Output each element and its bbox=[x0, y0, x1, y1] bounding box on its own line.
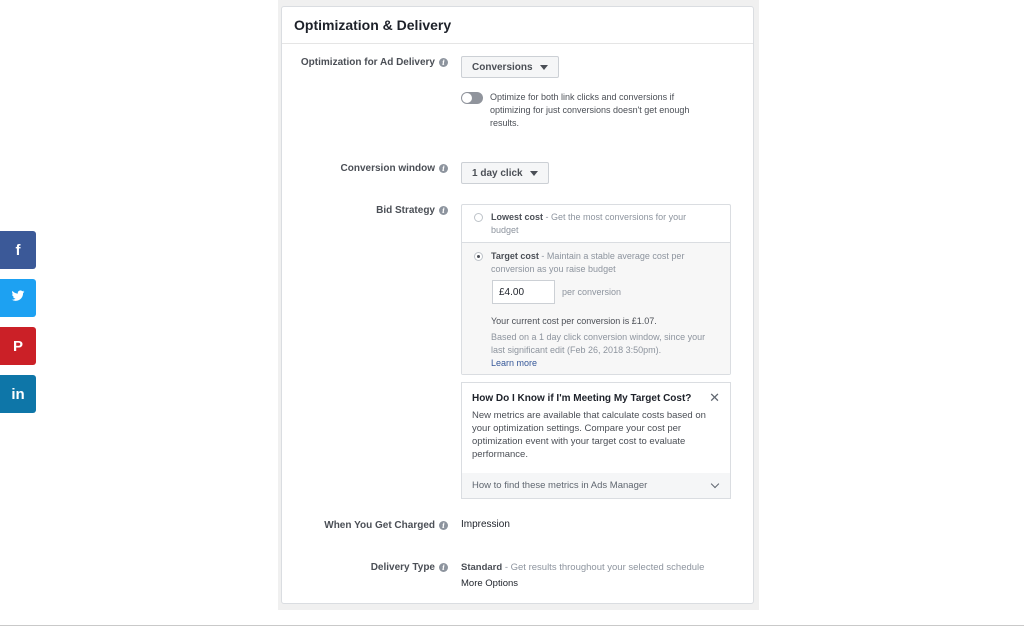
lowest-cost-option[interactable]: Lowest cost - Get the most conversions f… bbox=[462, 205, 730, 243]
target-cost-radio[interactable] bbox=[474, 252, 483, 261]
conversion-window-label-text: Conversion window bbox=[340, 162, 435, 174]
conversion-window-dropdown[interactable]: 1 day click bbox=[461, 162, 549, 184]
tip-footer-text: How to find these metrics in Ads Manager bbox=[472, 480, 648, 491]
lowest-cost-text: Lowest cost - Get the most conversions f… bbox=[491, 211, 716, 237]
pinterest-share-button[interactable]: P bbox=[0, 327, 36, 365]
panel-title: Optimization & Delivery bbox=[282, 7, 753, 44]
info-icon[interactable]: i bbox=[439, 57, 448, 67]
linkedin-icon: in bbox=[11, 385, 25, 403]
info-icon[interactable]: i bbox=[439, 163, 448, 173]
delivery-type-desc: - Get results throughout your selected s… bbox=[504, 562, 705, 573]
conversion-window-value: 1 day click bbox=[472, 167, 523, 179]
info-icon[interactable]: i bbox=[439, 520, 448, 530]
optimization-label: Optimization for Ad Delivery i bbox=[290, 56, 448, 68]
tip-expand-row[interactable]: How to find these metrics in Ads Manager bbox=[462, 473, 730, 498]
conversion-window-label: Conversion window i bbox=[290, 162, 448, 174]
optimization-label-text: Optimization for Ad Delivery bbox=[300, 56, 435, 68]
tip-body: New metrics are available that calculate… bbox=[472, 410, 706, 460]
facebook-icon: f bbox=[15, 241, 21, 259]
divider bbox=[0, 625, 1024, 626]
optimization-dropdown[interactable]: Conversions bbox=[461, 56, 559, 78]
info-icon[interactable]: i bbox=[439, 562, 448, 572]
chevron-down-icon bbox=[710, 479, 720, 489]
target-cost-input[interactable] bbox=[492, 280, 555, 304]
optimization-dropdown-value: Conversions bbox=[472, 61, 533, 73]
more-options-link[interactable]: More Options bbox=[461, 578, 518, 589]
delivery-type-label: Delivery Type i bbox=[290, 561, 448, 573]
facebook-share-button[interactable]: f bbox=[0, 231, 36, 269]
target-cost-option[interactable]: Target cost - Maintain a stable average … bbox=[462, 243, 730, 374]
bid-strategy-options: Lowest cost - Get the most conversions f… bbox=[461, 204, 731, 375]
lowest-cost-title: Lowest cost bbox=[491, 212, 544, 222]
delivery-type-value: Standard - Get results throughout your s… bbox=[461, 562, 704, 573]
target-cost-text: Target cost - Maintain a stable average … bbox=[491, 250, 716, 276]
twitter-share-button[interactable] bbox=[0, 279, 36, 317]
target-cost-tip: How Do I Know if I'm Meeting My Target C… bbox=[461, 382, 731, 499]
bid-strategy-label-text: Bid Strategy bbox=[376, 204, 435, 216]
close-icon[interactable]: ✕ bbox=[709, 390, 720, 406]
charged-label: When You Get Charged i bbox=[290, 519, 448, 531]
pinterest-icon: P bbox=[12, 337, 23, 355]
caret-down-icon bbox=[539, 64, 548, 70]
bid-strategy-label: Bid Strategy i bbox=[290, 204, 448, 216]
charged-label-text: When You Get Charged bbox=[324, 519, 435, 531]
cost-note-text: Based on a 1 day click conversion window… bbox=[491, 332, 706, 355]
current-cost-text: Your current cost per conversion is £1.0… bbox=[491, 316, 657, 326]
delivery-type-standard: Standard bbox=[461, 562, 503, 573]
linkedin-share-button[interactable]: in bbox=[0, 375, 36, 413]
info-icon[interactable]: i bbox=[439, 205, 448, 215]
tip-title: How Do I Know if I'm Meeting My Target C… bbox=[472, 393, 692, 404]
learn-more-link[interactable]: Learn more bbox=[491, 357, 537, 370]
charged-value: Impression bbox=[461, 519, 510, 530]
lowest-cost-radio[interactable] bbox=[474, 213, 483, 222]
caret-down-icon bbox=[529, 170, 538, 176]
share-sidebar: f P in bbox=[0, 231, 36, 423]
target-cost-unit: per conversion bbox=[562, 287, 622, 297]
target-cost-title: Target cost bbox=[491, 251, 539, 261]
delivery-type-label-text: Delivery Type bbox=[370, 561, 435, 573]
toggle-knob bbox=[462, 93, 472, 103]
twitter-icon bbox=[11, 289, 25, 307]
optimize-both-text: Optimize for both link clicks and conver… bbox=[490, 92, 690, 128]
optimize-both-toggle[interactable] bbox=[461, 92, 483, 104]
